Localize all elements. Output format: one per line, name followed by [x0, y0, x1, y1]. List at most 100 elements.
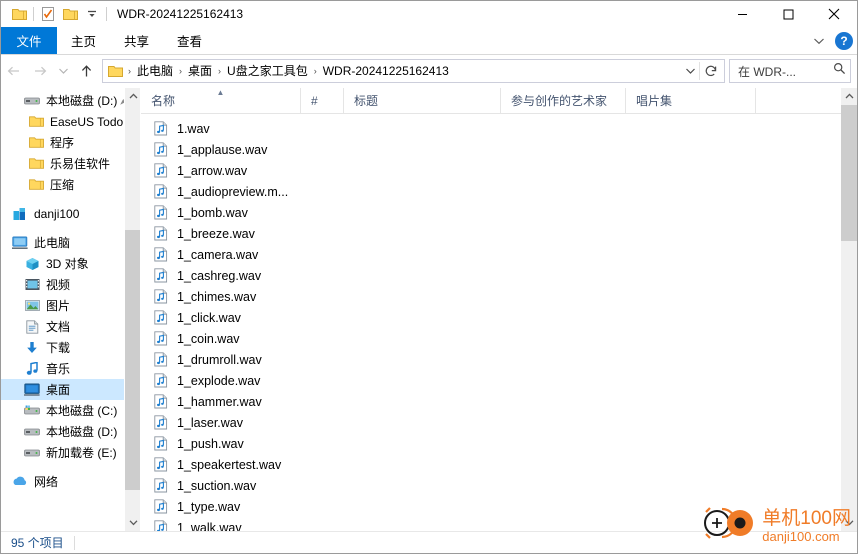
table-row[interactable]: 1_explode.wav — [141, 370, 826, 391]
sidebar-item-easeus-todo[interactable]: EaseUS Todo B — [1, 111, 140, 132]
tab-view[interactable]: 查看 — [163, 27, 216, 54]
sidebar-item-documents[interactable]: 文档 — [1, 316, 140, 337]
column-header-contributing-artists[interactable]: 参与创作的艺术家 — [501, 88, 626, 113]
search-input[interactable]: 在 WDR-... — [729, 59, 851, 83]
file-explorer-window: WDR-20241225162413 文件 主页 共享 查看 ? › 此电脑 ›… — [0, 0, 858, 554]
search-value: 在 WDR-... — [738, 64, 796, 79]
folder-icon[interactable] — [8, 3, 30, 25]
column-label: 唱片集 — [636, 94, 673, 108]
table-row[interactable]: 1_hammer.wav — [141, 391, 826, 412]
file-name: 1.wav — [177, 121, 210, 136]
list-scroll-down-icon[interactable] — [841, 514, 857, 531]
nav-scroll-down-icon[interactable] — [125, 514, 140, 531]
sidebar-item-local-disk-d[interactable]: 本地磁盘 (D:) — [1, 421, 140, 442]
sidebar-item-network[interactable]: 网络 — [1, 471, 140, 492]
navigation-scrollbar[interactable] — [124, 88, 140, 531]
breadcrumb[interactable]: › 此电脑 › 桌面 › U盘之家工具包 › WDR-2024122516241… — [102, 59, 725, 83]
title-bar: WDR-20241225162413 — [1, 1, 857, 27]
column-header-empty[interactable] — [756, 88, 842, 113]
sidebar-item-compressed[interactable]: 压缩 — [1, 174, 140, 195]
table-row[interactable]: 1_speakertest.wav — [141, 454, 826, 475]
sidebar-item-videos[interactable]: 视频 — [1, 274, 140, 295]
sidebar-item-local-disk-c[interactable]: 本地磁盘 (C:) — [1, 400, 140, 421]
column-headers: ▲ 名称 # 标题 参与创作的艺术家 唱片集 — [141, 88, 842, 114]
list-scroll-thumb[interactable] — [841, 105, 857, 241]
sidebar-item-pictures[interactable]: 图片 — [1, 295, 140, 316]
table-row[interactable]: 1_applause.wav — [141, 139, 826, 160]
file-name: 1_click.wav — [177, 310, 241, 325]
customize-dropdown-icon[interactable] — [81, 3, 103, 25]
table-row[interactable]: 1_laser.wav — [141, 412, 826, 433]
column-header-title[interactable]: 标题 — [344, 88, 501, 113]
back-button[interactable] — [1, 58, 27, 84]
sidebar-item-local-disk-d-pinned[interactable]: 本地磁盘 (D:) — [1, 90, 140, 111]
table-row[interactable]: 1_drumroll.wav — [141, 349, 826, 370]
close-button[interactable] — [811, 1, 857, 27]
table-row[interactable]: 1_coin.wav — [141, 328, 826, 349]
sidebar-item-label: 网络 — [34, 475, 59, 489]
file-list-pane: ▲ 名称 # 标题 参与创作的艺术家 唱片集 1.wav 1_applause.… — [141, 88, 857, 531]
sidebar-item-desktop[interactable]: 桌面 — [1, 379, 140, 400]
sidebar-item-this-pc[interactable]: 此电脑 — [1, 232, 140, 253]
minimize-button[interactable] — [719, 1, 765, 27]
column-header-track-number[interactable]: # — [301, 88, 344, 113]
sidebar-item-3d-objects[interactable]: 3D 对象 — [1, 253, 140, 274]
table-row[interactable]: 1_camera.wav — [141, 244, 826, 265]
table-row[interactable]: 1_chimes.wav — [141, 286, 826, 307]
chevron-down-icon[interactable] — [809, 31, 829, 51]
table-row[interactable]: 1.wav — [141, 118, 826, 139]
forward-button[interactable] — [27, 58, 53, 84]
breadcrumb-item-current-folder[interactable]: WDR-20241225162413 — [318, 61, 454, 81]
audio-file-icon — [153, 163, 169, 179]
tab-share[interactable]: 共享 — [110, 27, 163, 54]
navigation-pane: 本地磁盘 (D:) EaseUS Todo B 程序 乐易佳软件 压缩 danj… — [1, 88, 141, 531]
breadcrumb-item-this-pc[interactable]: 此电脑 — [132, 61, 178, 81]
properties-icon[interactable] — [37, 3, 59, 25]
breadcrumb-item-udisk-toolkit[interactable]: U盘之家工具包 — [222, 61, 313, 81]
column-header-name[interactable]: ▲ 名称 — [141, 88, 301, 113]
nav-scroll-thumb[interactable] — [125, 230, 140, 490]
table-row[interactable]: 1_walk.wav — [141, 517, 826, 531]
sidebar-item-downloads[interactable]: 下载 — [1, 337, 140, 358]
table-row[interactable]: 1_arrow.wav — [141, 160, 826, 181]
column-header-album[interactable]: 唱片集 — [626, 88, 756, 113]
address-bar: › 此电脑 › 桌面 › U盘之家工具包 › WDR-2024122516241… — [1, 55, 857, 87]
file-name: 1_drumroll.wav — [177, 352, 262, 367]
refresh-icon[interactable] — [700, 60, 722, 82]
up-button[interactable] — [73, 58, 99, 84]
new-folder-icon[interactable] — [59, 3, 81, 25]
file-name: 1_chimes.wav — [177, 289, 257, 304]
table-row[interactable]: 1_audiopreview.m... — [141, 181, 826, 202]
table-row[interactable]: 1_bomb.wav — [141, 202, 826, 223]
table-row[interactable]: 1_cashreg.wav — [141, 265, 826, 286]
sidebar-item-leyijia-software[interactable]: 乐易佳软件 — [1, 153, 140, 174]
table-row[interactable]: 1_type.wav — [141, 496, 826, 517]
window-controls — [719, 1, 857, 27]
sidebar-item-label: 图片 — [46, 299, 71, 313]
breadcrumb-dropdown-icon[interactable] — [681, 60, 699, 82]
table-row[interactable]: 1_breeze.wav — [141, 223, 826, 244]
recent-locations-button[interactable] — [53, 58, 73, 84]
audio-file-icon — [153, 436, 169, 452]
breadcrumb-folder-icon — [108, 65, 123, 78]
nav-scroll-up-icon[interactable] — [125, 88, 140, 105]
sidebar-item-music[interactable]: 音乐 — [1, 358, 140, 379]
tab-home[interactable]: 主页 — [57, 27, 110, 54]
table-row[interactable]: 1_click.wav — [141, 307, 826, 328]
maximize-button[interactable] — [765, 1, 811, 27]
file-list-scrollbar[interactable] — [841, 88, 857, 531]
list-scroll-up-icon[interactable] — [841, 88, 857, 105]
file-name: 1_cashreg.wav — [177, 268, 262, 283]
help-button[interactable]: ? — [835, 31, 853, 50]
table-row[interactable]: 1_push.wav — [141, 433, 826, 454]
sidebar-item-programs[interactable]: 程序 — [1, 132, 140, 153]
audio-file-icon — [153, 457, 169, 473]
sidebar-item-danji100[interactable]: danji100 — [1, 203, 140, 224]
search-icon[interactable] — [833, 62, 846, 80]
sidebar-item-new-volume-e[interactable]: 新加载卷 (E:) — [1, 442, 140, 463]
tab-file[interactable]: 文件 — [1, 27, 57, 54]
breadcrumb-item-desktop[interactable]: 桌面 — [183, 61, 217, 81]
file-rows: 1.wav 1_applause.wav 1_arrow.wav 1_audio… — [141, 114, 826, 531]
table-row[interactable]: 1_suction.wav — [141, 475, 826, 496]
navigation-tree: 本地磁盘 (D:) EaseUS Todo B 程序 乐易佳软件 压缩 danj… — [1, 88, 140, 531]
